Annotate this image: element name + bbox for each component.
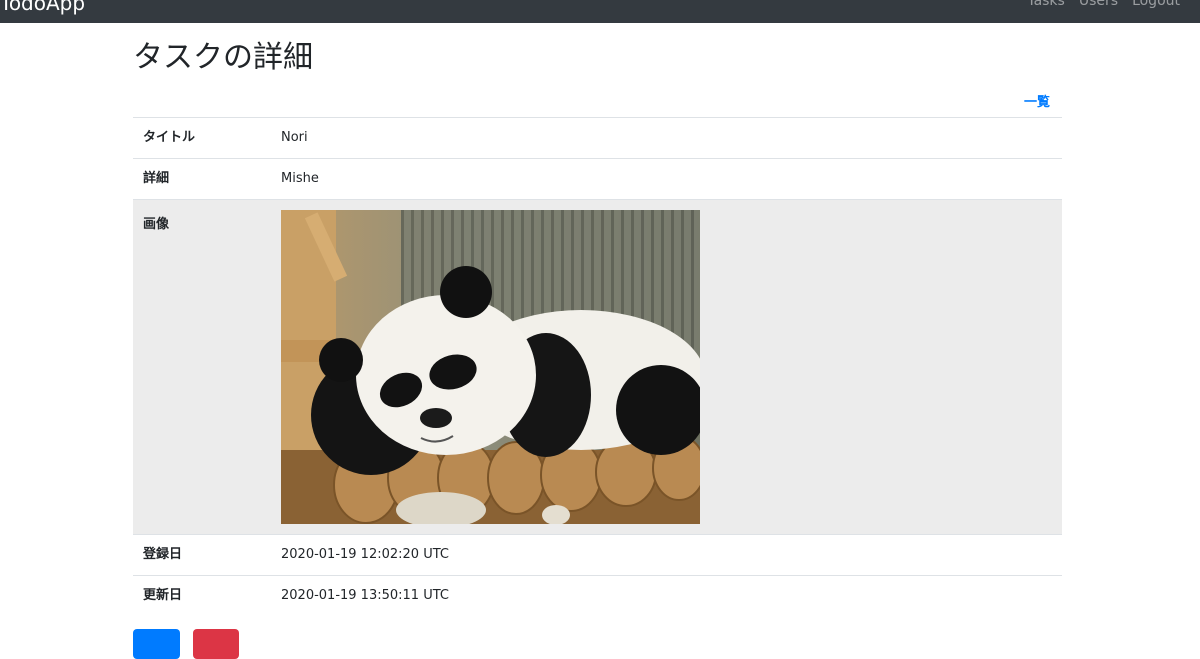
updated-label: 更新日 (133, 575, 271, 616)
nav-link-tasks[interactable]: Tasks (1027, 0, 1065, 9)
title-value: Nori (271, 117, 1062, 159)
table-row-description: 詳細 Mishe (133, 158, 1062, 200)
table-row-title: タイトル Nori (133, 117, 1062, 159)
task-detail-table: タイトル Nori 詳細 Mishe 画像 登録日 2020-01-19 12:… (133, 117, 1062, 616)
page-title: タスクの詳細 (133, 40, 313, 75)
description-value: Mishe (271, 158, 1062, 200)
nav-link-logout[interactable]: Logout (1132, 0, 1180, 9)
delete-button[interactable] (193, 629, 239, 659)
image-label: 画像 (133, 199, 271, 535)
nav-links: Tasks Users Logout (1027, 0, 1180, 9)
brand-link[interactable]: TodoApp (0, 0, 85, 15)
table-row-created: 登録日 2020-01-19 12:02:20 UTC (133, 534, 1062, 576)
edit-button[interactable] (133, 629, 180, 659)
navbar: TodoApp Tasks Users Logout (0, 0, 1200, 23)
created-label: 登録日 (133, 534, 271, 576)
table-row-updated: 更新日 2020-01-19 13:50:11 UTC (133, 575, 1062, 616)
description-label: 詳細 (133, 158, 271, 200)
created-value: 2020-01-19 12:02:20 UTC (271, 534, 1062, 576)
list-link[interactable]: 一覧 (1024, 91, 1050, 110)
table-row-image: 画像 (133, 199, 1062, 535)
image-cell (271, 199, 1062, 535)
nav-link-users[interactable]: Users (1079, 0, 1118, 9)
title-label: タイトル (133, 117, 271, 159)
updated-value: 2020-01-19 13:50:11 UTC (271, 575, 1062, 616)
panda-image (281, 210, 700, 524)
